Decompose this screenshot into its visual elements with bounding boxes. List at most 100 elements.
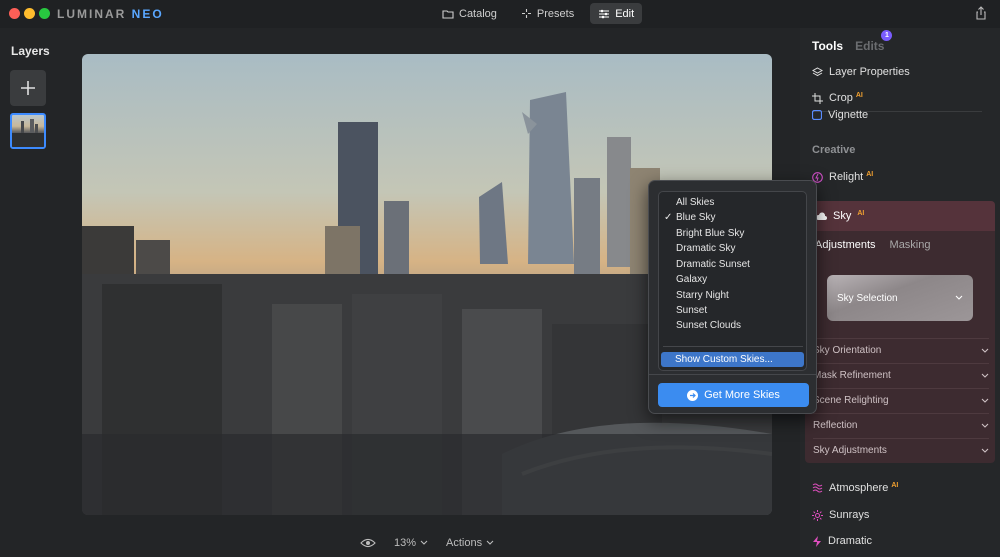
- sliders-icon: [599, 9, 610, 18]
- minimize-window-button[interactable]: [24, 8, 35, 19]
- edit-tab[interactable]: Edit: [590, 3, 643, 24]
- title-bar: LUMINAR NEO Catalog Presets Edit: [0, 0, 1000, 28]
- sunrays-label: Sunrays: [829, 509, 870, 521]
- mask-refinement-section[interactable]: Mask Refinement: [813, 363, 989, 387]
- sky-replacement-dropdown: ✓ All Skies Blue Sky Bright Blue Sky Dra…: [648, 180, 817, 414]
- dramatic-tool[interactable]: Dramatic: [812, 535, 872, 547]
- section-label: Sky Adjustments: [813, 445, 887, 456]
- layer-thumbnail[interactable]: [10, 113, 46, 149]
- vignette-label: Vignette: [828, 109, 869, 121]
- tab-adjustments[interactable]: Adjustments: [815, 239, 876, 251]
- sky-option[interactable]: Starry Night: [676, 290, 729, 301]
- sky-options-list: ✓ All Skies Blue Sky Bright Blue Sky Dra…: [658, 191, 807, 371]
- crop-tool[interactable]: Crop AI: [812, 92, 863, 104]
- sky-tool-panel: Sky AI Adjustments Masking Sky Selection…: [805, 201, 995, 463]
- creative-section-label: Creative: [812, 144, 856, 156]
- app-logo: LUMINAR NEO: [57, 7, 164, 21]
- layers-icon: [812, 66, 823, 76]
- catalog-label: Catalog: [459, 7, 497, 20]
- tab-tools[interactable]: Tools: [812, 39, 843, 53]
- chevron-down-icon: [981, 423, 989, 428]
- panel-tabs: Tools Edits 1: [812, 30, 893, 53]
- sky-subtabs: Adjustments Masking: [815, 239, 931, 251]
- sky-option[interactable]: All Skies: [676, 197, 714, 208]
- crop-label: Crop: [829, 92, 853, 104]
- add-layer-button[interactable]: [10, 70, 46, 106]
- actions-label: Actions: [446, 537, 483, 549]
- thumbnail-skyline: [12, 119, 44, 147]
- actions-menu[interactable]: Actions: [446, 537, 494, 549]
- get-more-skies-label: Get More Skies: [704, 389, 780, 401]
- tab-edits[interactable]: Edits 1: [855, 30, 893, 53]
- sky-option[interactable]: Bright Blue Sky: [676, 228, 744, 239]
- tab-masking[interactable]: Masking: [890, 239, 931, 251]
- ai-badge: AI: [866, 171, 874, 178]
- layers-title: Layers: [11, 44, 50, 58]
- sun-icon: [812, 509, 823, 521]
- sunrays-tool[interactable]: Sunrays: [812, 509, 869, 521]
- layer-properties-tool[interactable]: Layer Properties: [812, 66, 910, 78]
- layer-properties-label: Layer Properties: [829, 66, 910, 78]
- vignette-icon: [812, 110, 822, 120]
- crop-icon: [812, 92, 823, 104]
- chevron-down-icon: [981, 398, 989, 403]
- section-label: Scene Relighting: [813, 395, 889, 406]
- top-navigation: Catalog Presets Edit: [434, 3, 643, 24]
- sparkle-icon: [521, 9, 531, 18]
- sky-option[interactable]: Galaxy: [676, 274, 707, 285]
- sky-adjustments-section[interactable]: Sky Adjustments: [813, 438, 989, 462]
- edit-label: Edit: [615, 7, 635, 20]
- show-custom-skies-option[interactable]: Show Custom Skies...: [661, 352, 804, 367]
- hudson-yards-tower: [528, 92, 574, 264]
- sky-orientation-section[interactable]: Sky Orientation: [813, 338, 989, 362]
- sky-option[interactable]: Dramatic Sky: [676, 243, 735, 254]
- reflection-section[interactable]: Reflection: [813, 413, 989, 437]
- share-icon[interactable]: [974, 6, 988, 20]
- atmosphere-tool[interactable]: Atmosphere AI: [812, 482, 898, 494]
- sky-option[interactable]: Blue Sky: [676, 212, 715, 223]
- arrow-right-circle-icon: [687, 389, 699, 401]
- divider: [663, 346, 803, 347]
- scene-relighting-section[interactable]: Scene Relighting: [813, 388, 989, 412]
- sky-tool-header[interactable]: Sky AI: [805, 201, 995, 231]
- folder-icon: [442, 9, 454, 19]
- relight-tool[interactable]: Relight AI: [812, 171, 873, 183]
- ai-badge: AI: [857, 210, 865, 217]
- sky-selection-label: Sky Selection: [837, 292, 898, 304]
- sky-option[interactable]: Sunset Clouds: [676, 320, 741, 331]
- relight-label: Relight: [829, 171, 864, 183]
- get-more-skies-button[interactable]: Get More Skies: [658, 383, 809, 407]
- plus-icon: [21, 81, 35, 95]
- bottom-toolbar: 13% Actions: [360, 537, 494, 549]
- presets-label: Presets: [536, 7, 575, 20]
- sky-option[interactable]: Dramatic Sunset: [676, 259, 750, 270]
- chevron-down-icon: [486, 540, 494, 545]
- chevron-down-icon: [981, 348, 989, 353]
- divider: [649, 374, 816, 375]
- dramatic-label: Dramatic: [828, 535, 873, 547]
- checkmark-icon: ✓: [664, 212, 673, 223]
- chevron-down-icon: [981, 373, 989, 378]
- zoom-value: 13%: [394, 537, 417, 549]
- zoom-selector[interactable]: 13%: [394, 537, 428, 549]
- sky-option[interactable]: Sunset: [676, 305, 707, 316]
- chevron-down-icon: [420, 540, 428, 545]
- ai-badge: AI: [891, 482, 899, 489]
- section-label: Mask Refinement: [813, 370, 891, 381]
- bolt-icon: [813, 535, 821, 547]
- edits-label: Edits: [855, 39, 885, 53]
- chevron-down-icon: [981, 448, 989, 453]
- catalog-tab[interactable]: Catalog: [434, 3, 505, 24]
- sky-title: Sky: [833, 210, 852, 222]
- presets-tab[interactable]: Presets: [513, 3, 582, 24]
- section-label: Reflection: [813, 420, 858, 431]
- atmosphere-label: Atmosphere: [829, 482, 889, 494]
- eye-icon[interactable]: [360, 538, 376, 548]
- sky-selection-dropdown[interactable]: Sky Selection: [827, 275, 973, 321]
- zoom-window-button[interactable]: [39, 8, 50, 19]
- ai-badge: AI: [855, 92, 863, 99]
- chevron-down-icon: [955, 295, 963, 300]
- section-label: Sky Orientation: [813, 345, 882, 356]
- close-window-button[interactable]: [9, 8, 20, 19]
- vignette-tool[interactable]: Vignette: [812, 109, 868, 121]
